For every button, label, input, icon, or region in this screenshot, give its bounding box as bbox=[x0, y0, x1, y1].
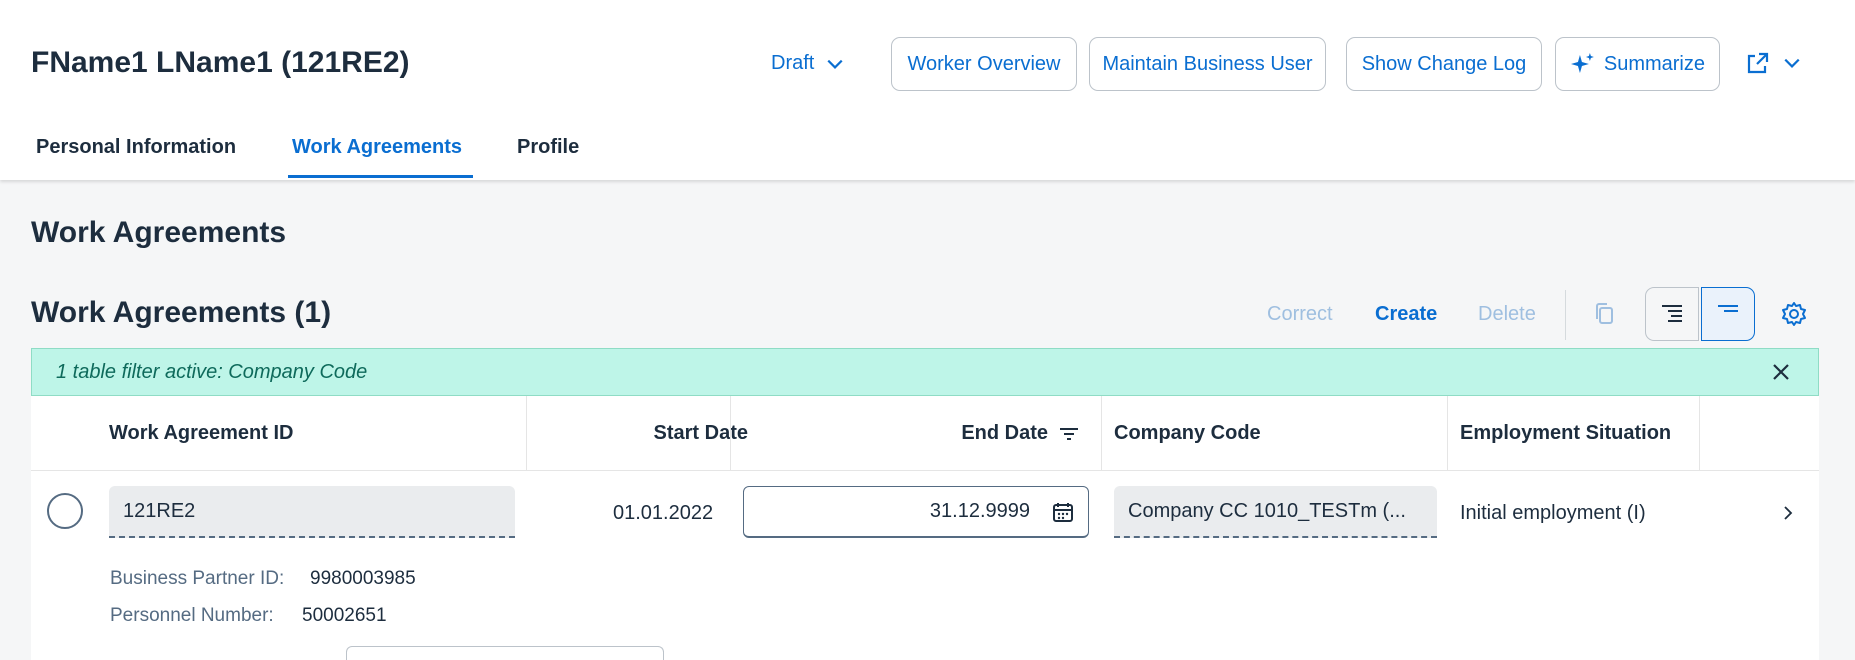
toolbar-separator bbox=[1565, 290, 1566, 340]
section-title: Work Agreements bbox=[31, 216, 287, 249]
gear-icon bbox=[1782, 302, 1806, 326]
tab-profile[interactable]: Profile bbox=[517, 136, 579, 159]
personnel-number-label: Personnel Number: bbox=[110, 605, 274, 626]
column-separator bbox=[1447, 396, 1448, 471]
company-code-field[interactable]: Company CC 1010_TESTm (... bbox=[1114, 486, 1437, 538]
delete-button[interactable]: Delete bbox=[1478, 303, 1536, 326]
table-title: Work Agreements (1) bbox=[31, 296, 332, 329]
header-divider bbox=[31, 470, 1819, 471]
detail-input-field[interactable] bbox=[346, 646, 664, 660]
column-header-start-date[interactable]: Start Date bbox=[526, 396, 748, 471]
summarize-button[interactable]: Summarize bbox=[1555, 37, 1720, 91]
chevron-down-icon bbox=[827, 59, 843, 69]
filter-icon bbox=[1060, 427, 1078, 440]
column-header-end-date[interactable]: End Date bbox=[730, 396, 1090, 471]
share-menu-button[interactable] bbox=[1745, 50, 1801, 76]
column-header-work-agreement-id[interactable]: Work Agreement ID bbox=[109, 396, 293, 471]
chevron-down-icon bbox=[1784, 58, 1800, 68]
maintain-business-user-button[interactable]: Maintain Business User bbox=[1089, 37, 1326, 91]
copy-icon bbox=[1596, 303, 1613, 324]
personnel-number-value: 50002651 bbox=[302, 605, 387, 626]
active-tab-indicator bbox=[288, 175, 473, 178]
summarize-label: Summarize bbox=[1603, 52, 1705, 75]
end-date-header-label: End Date bbox=[961, 422, 1048, 444]
row-select-radio[interactable] bbox=[47, 493, 83, 529]
calendar-icon[interactable] bbox=[1052, 501, 1074, 523]
chevron-right-icon[interactable] bbox=[1779, 504, 1797, 522]
filter-info-bar: 1 table filter active: Company Code bbox=[31, 348, 1819, 396]
tab-personal-information[interactable]: Personal Information bbox=[36, 136, 236, 159]
hide-details-button[interactable] bbox=[1701, 287, 1755, 341]
start-date-cell: 01.01.2022 bbox=[613, 502, 714, 524]
business-partner-id-value: 9980003985 bbox=[310, 568, 416, 589]
sparkle-icon bbox=[1570, 53, 1594, 73]
end-date-input[interactable]: 31.12.9999 bbox=[743, 486, 1089, 538]
close-icon[interactable] bbox=[1770, 361, 1792, 383]
business-partner-id-label: Business Partner ID: bbox=[110, 568, 285, 589]
employment-situation-cell: Initial employment (I) bbox=[1460, 502, 1646, 524]
create-button[interactable]: Create bbox=[1375, 303, 1437, 326]
correct-button[interactable]: Correct bbox=[1267, 303, 1333, 326]
share-icon bbox=[1747, 52, 1769, 74]
column-header-employment-situation[interactable]: Employment Situation bbox=[1460, 396, 1671, 471]
column-header-company-code[interactable]: Company Code bbox=[1114, 396, 1261, 471]
align-right-icon bbox=[1662, 305, 1682, 322]
work-agreement-id-field[interactable]: 121RE2 bbox=[109, 486, 515, 538]
show-change-log-button[interactable]: Show Change Log bbox=[1346, 37, 1542, 91]
object-page-header: FName1 LName1 (121RE2) Draft Worker Over… bbox=[0, 0, 1855, 180]
settings-button[interactable] bbox=[1767, 287, 1821, 341]
draft-dropdown[interactable]: Draft bbox=[771, 52, 844, 75]
copy-button[interactable] bbox=[1578, 287, 1632, 341]
page-title: FName1 LName1 (121RE2) bbox=[31, 46, 410, 79]
end-date-value: 31.12.9999 bbox=[929, 500, 1030, 522]
align-top-icon bbox=[1718, 305, 1738, 312]
tab-work-agreements[interactable]: Work Agreements bbox=[292, 136, 462, 159]
show-details-button[interactable] bbox=[1645, 287, 1699, 341]
column-separator bbox=[1699, 396, 1700, 471]
draft-label: Draft bbox=[771, 52, 815, 74]
work-agreements-table: Work Agreement ID Start Date End Date Co… bbox=[31, 396, 1819, 660]
worker-overview-button[interactable]: Worker Overview bbox=[891, 37, 1077, 91]
filter-info-text: 1 table filter active: Company Code bbox=[56, 361, 368, 383]
column-separator bbox=[1101, 396, 1102, 471]
